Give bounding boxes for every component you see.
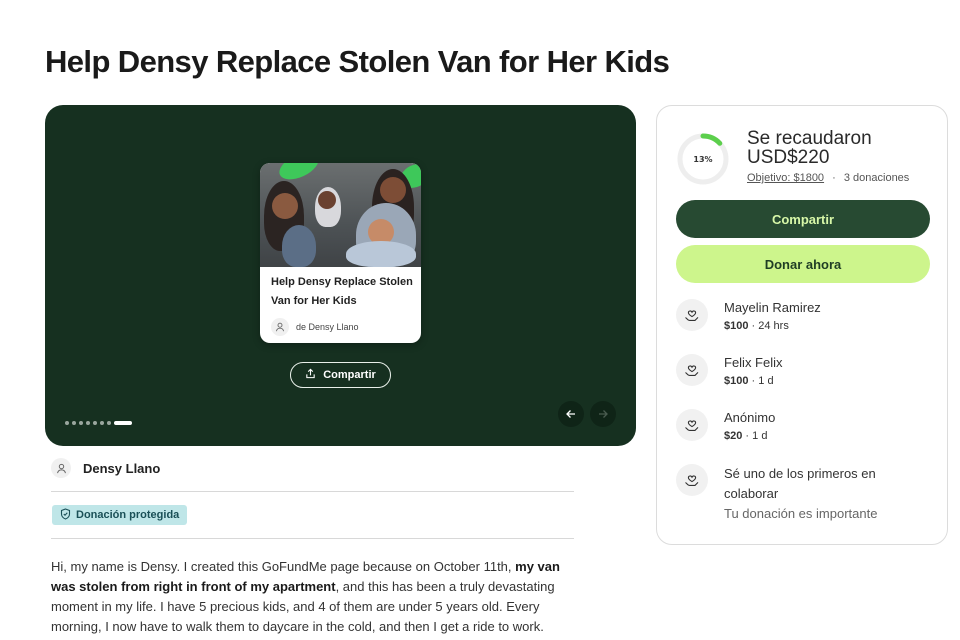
organizer-name[interactable]: Densy Llano bbox=[83, 461, 160, 476]
cta-subtitle: Tu donación es importante bbox=[724, 506, 878, 521]
slide-dot[interactable] bbox=[100, 421, 104, 425]
arrow-left-icon bbox=[565, 405, 577, 424]
raised-label: Se recaudaron bbox=[747, 128, 872, 149]
share-icon bbox=[305, 368, 316, 382]
first-donor-cta: Sé uno de los primeros en colaborar Tu d… bbox=[676, 464, 904, 524]
user-icon bbox=[51, 458, 71, 478]
amount-raised: Se recaudaron USD$220 bbox=[747, 129, 872, 167]
divider bbox=[51, 491, 574, 492]
hero-media: Help Densy Replace Stolen Van for Her Ki… bbox=[45, 105, 636, 446]
donor-name: Mayelin Ramirez bbox=[724, 300, 821, 315]
organizer[interactable]: Densy Llano bbox=[51, 458, 160, 478]
hand-heart-icon bbox=[676, 464, 708, 496]
slide-dot[interactable] bbox=[86, 421, 90, 425]
hand-heart-icon bbox=[676, 299, 708, 331]
donation-time: · 24 hrs bbox=[751, 320, 789, 332]
hand-heart-icon bbox=[676, 409, 708, 441]
next-slide-button[interactable] bbox=[590, 401, 616, 427]
shield-icon bbox=[60, 507, 71, 523]
slide-dot[interactable] bbox=[107, 421, 111, 425]
user-icon bbox=[271, 318, 289, 336]
card-author-name: de Densy Llano bbox=[296, 322, 359, 332]
goal-link[interactable]: Objetivo: $1800 bbox=[747, 172, 824, 184]
progress-percent: 13% bbox=[693, 154, 713, 164]
donation-item: Anónimo $20 · 1 d bbox=[676, 409, 775, 444]
previous-slide-button[interactable] bbox=[558, 401, 584, 427]
donor-name: Anónimo bbox=[724, 410, 776, 425]
story-text: Hi, my name is Densy. I created this GoF… bbox=[51, 557, 581, 637]
hero-share-button[interactable]: Compartir bbox=[290, 362, 391, 388]
slide-dot[interactable] bbox=[79, 421, 83, 425]
share-preview-card[interactable]: Help Densy Replace Stolen Van for Her Ki… bbox=[260, 163, 421, 343]
divider bbox=[51, 538, 574, 539]
card-author: de Densy Llano bbox=[271, 318, 359, 336]
donation-amount: $100 bbox=[724, 375, 749, 387]
raised-amount: USD$220 bbox=[747, 147, 830, 168]
slide-dot[interactable] bbox=[65, 421, 69, 425]
share-button[interactable]: Compartir bbox=[676, 200, 930, 238]
donation-item: Felix Felix $100 · 1 d bbox=[676, 354, 783, 389]
page-title: Help Densy Replace Stolen Van for Her Ki… bbox=[45, 44, 670, 79]
card-title: Help Densy Replace Stolen Van for Her Ki… bbox=[271, 276, 413, 307]
slide-dot[interactable] bbox=[72, 421, 76, 425]
hero-share-label: Compartir bbox=[323, 369, 376, 381]
donation-item: Mayelin Ramirez $100 · 24 hrs bbox=[676, 299, 821, 334]
protected-donation-label: Donación protegida bbox=[76, 509, 180, 521]
slide-dot-active[interactable] bbox=[114, 421, 132, 425]
donation-panel: 13% Se recaudaron USD$220 Objetivo: $180… bbox=[656, 105, 948, 545]
goal-meta: Objetivo: $1800 · 3 donaciones bbox=[747, 172, 909, 184]
slide-dot[interactable] bbox=[93, 421, 97, 425]
donate-now-button[interactable]: Donar ahora bbox=[676, 245, 930, 283]
slide-indicator bbox=[65, 421, 132, 425]
donation-time: · 1 d bbox=[751, 375, 774, 387]
story-part-1: Hi, my name is Densy. I created this GoF… bbox=[51, 559, 516, 574]
protected-donation-badge[interactable]: Donación protegida bbox=[52, 505, 187, 525]
donation-amount: $100 bbox=[724, 320, 749, 332]
donation-amount: $20 bbox=[724, 430, 743, 442]
arrow-right-icon bbox=[597, 405, 609, 424]
cta-title: Sé uno de los primeros en colaborar bbox=[724, 466, 876, 501]
meta-separator: · bbox=[832, 172, 836, 184]
hand-heart-icon bbox=[676, 354, 708, 386]
donation-time: · 1 d bbox=[745, 430, 768, 442]
donations-count: 3 donaciones bbox=[843, 172, 910, 184]
campaign-photo bbox=[260, 163, 421, 267]
donor-name: Felix Felix bbox=[724, 355, 783, 370]
